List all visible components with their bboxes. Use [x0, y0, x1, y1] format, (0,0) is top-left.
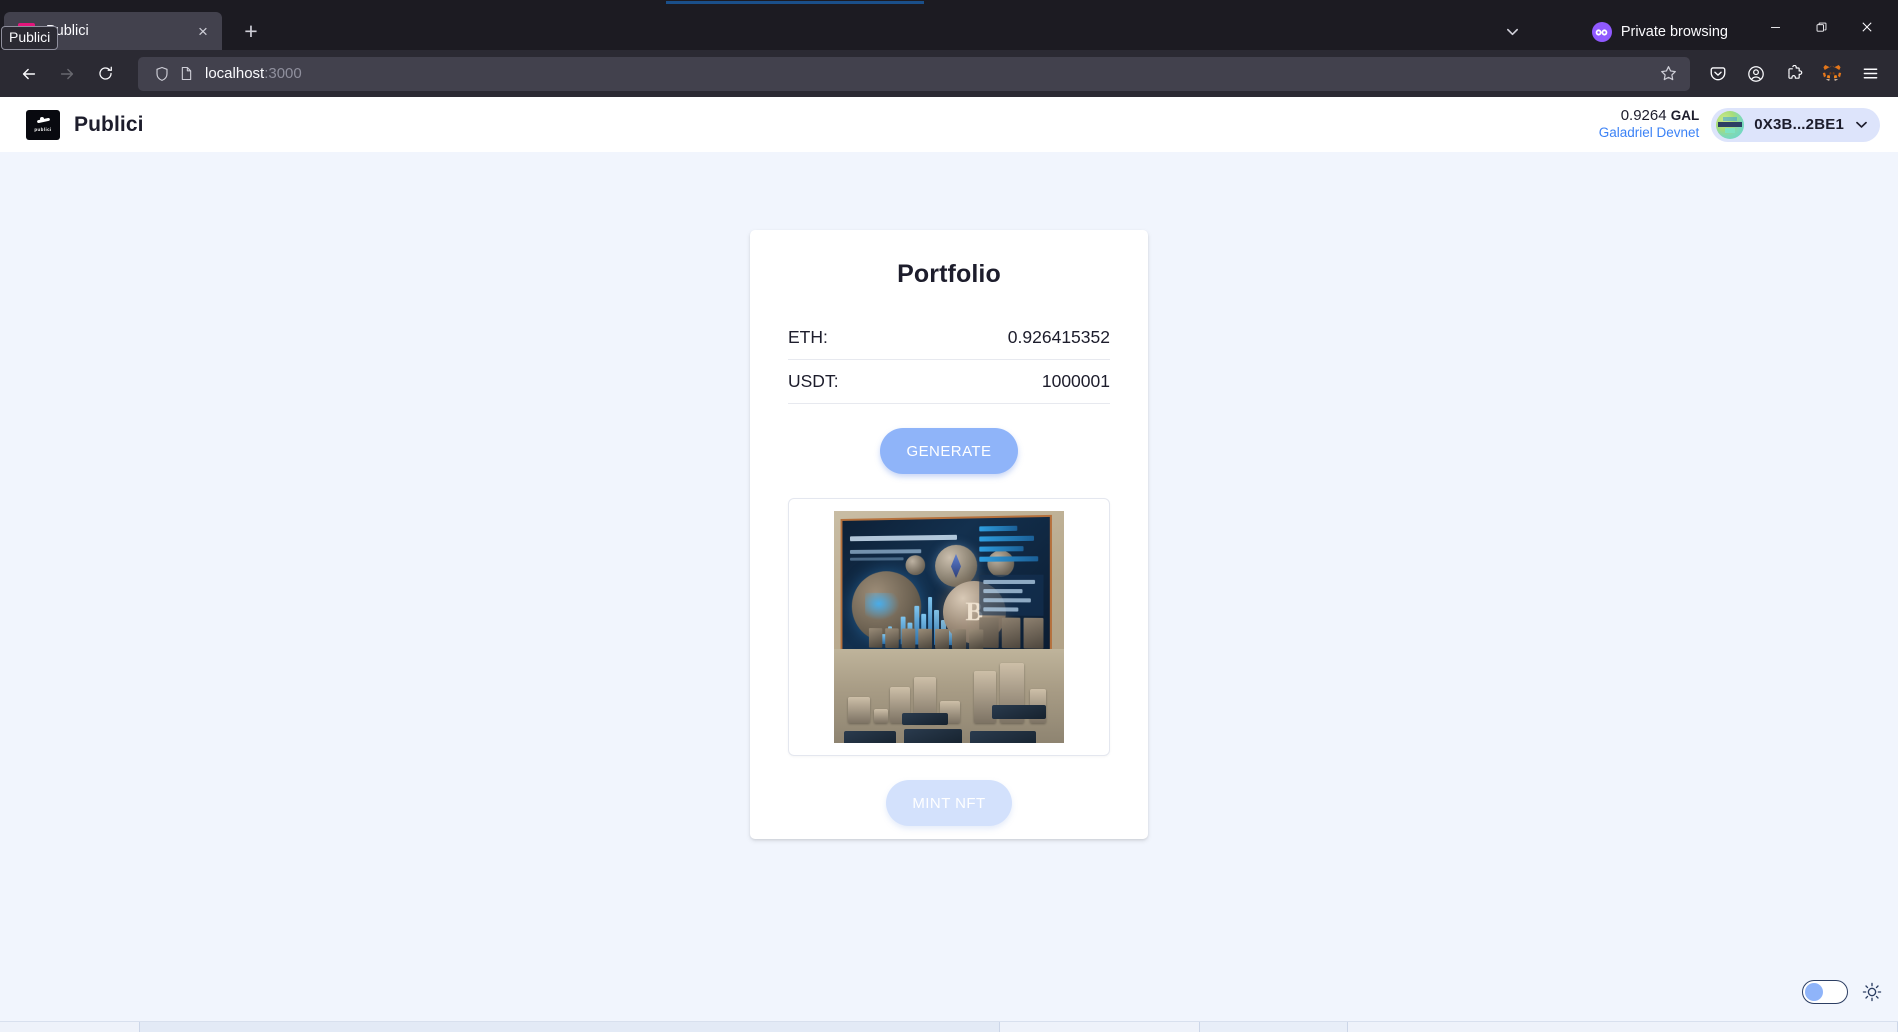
nft-thumbnail-row: [979, 617, 1044, 649]
nft-coin-plate: [902, 713, 948, 725]
card-container: Portfolio ETH: 0.926415352 USDT: 1000001…: [0, 152, 1898, 839]
wallet-balance-token: GAL: [1670, 107, 1700, 123]
close-window-button[interactable]: [1844, 10, 1890, 44]
nft-coin-plate: [970, 731, 1036, 743]
wallet-widget: 0.9264 GAL Galadriel Devnet 0X3B...2BE1: [1599, 107, 1880, 143]
back-button[interactable]: [10, 57, 48, 91]
nft-screen-caption-line: [849, 557, 904, 561]
avatar-shape-2: [1723, 116, 1738, 121]
taskbar-segment: [1200, 1022, 1348, 1032]
account-icon[interactable]: [1738, 57, 1774, 91]
wallet-balance-amount: 0.9264: [1620, 106, 1667, 124]
mint-nft-button[interactable]: MINT NFT: [886, 780, 1012, 826]
private-browsing-indicator: Private browsing: [1591, 22, 1728, 42]
wallet-address: 0X3B...2BE1: [1754, 116, 1844, 133]
table-row: ETH: 0.926415352: [788, 316, 1110, 360]
avatar: [1716, 110, 1745, 139]
metamask-extension-icon[interactable]: [1814, 57, 1850, 91]
portfolio-card: Portfolio ETH: 0.926415352 USDT: 1000001…: [750, 230, 1148, 839]
nft-image: [834, 511, 1064, 743]
nft-coin-plate: [904, 729, 962, 743]
nft-preview-frame: [788, 498, 1110, 756]
theme-toggle-group: [1802, 980, 1882, 1004]
theme-toggle-switch[interactable]: [1802, 980, 1848, 1004]
nft-data-panel-top: [979, 525, 1043, 571]
url-port: :3000: [264, 65, 302, 82]
os-taskbar-strip: [0, 1021, 1898, 1032]
brand[interactable]: publici Publici: [26, 109, 144, 140]
wallet-account-button[interactable]: 0X3B...2BE1: [1711, 107, 1880, 142]
brand-name: Publici: [74, 112, 144, 136]
save-to-pocket-icon[interactable]: [1700, 57, 1736, 91]
window-controls: [1752, 10, 1890, 44]
browser-window: Publici × + Private browsing Publici loc…: [0, 0, 1898, 1032]
wallet-balance: 0.9264 GAL: [1599, 107, 1700, 126]
toggle-knob: [1805, 983, 1823, 1001]
shield-icon[interactable]: [150, 66, 174, 82]
nft-image-screen: [840, 514, 1052, 656]
extension-puzzle-icon[interactable]: [1776, 57, 1812, 91]
restore-button[interactable]: [1798, 10, 1844, 44]
bookmark-star-icon[interactable]: [1654, 65, 1682, 82]
address-bar-url: localhost:3000: [205, 65, 1654, 82]
private-browsing-label: Private browsing: [1620, 24, 1728, 40]
generate-button[interactable]: GENERATE: [880, 428, 1018, 474]
tab-strip: Publici × + Private browsing Publici: [0, 5, 1898, 51]
sun-icon[interactable]: [1862, 982, 1882, 1002]
avatar-shape-1: [1718, 121, 1743, 127]
page-title: Portfolio: [897, 260, 1001, 288]
taskbar-segment: [140, 1022, 1000, 1032]
close-icon[interactable]: ×: [190, 18, 216, 44]
nft-coin-stack: [848, 697, 870, 723]
taskbar-segment: [0, 1022, 140, 1032]
nft-icon-strip: [868, 628, 984, 650]
row-label-eth: ETH:: [788, 327, 828, 347]
wallet-network[interactable]: Galadriel Devnet: [1599, 125, 1700, 142]
nft-data-panel-bottom: [979, 574, 1044, 616]
row-value-usdt: 1000001: [1041, 371, 1110, 391]
tab-title: Publici: [46, 23, 89, 39]
nft-small-coin-1: [905, 555, 926, 576]
logo-wordmark: publici: [34, 127, 52, 132]
private-browsing-mask-icon: [1591, 22, 1612, 42]
nft-coin-plate: [992, 705, 1046, 719]
logo-mark: [36, 117, 51, 126]
url-host: localhost: [205, 65, 265, 82]
taskbar-segment: [1000, 1022, 1200, 1032]
list-all-tabs-chevron-down-icon[interactable]: [1496, 15, 1530, 47]
application-menu-icon[interactable]: [1852, 57, 1888, 91]
new-tab-button[interactable]: +: [235, 15, 267, 47]
table-row: USDT: 1000001: [788, 360, 1110, 404]
tab-tooltip: Publici: [1, 26, 59, 51]
nft-coin-stack: [874, 709, 888, 723]
address-bar[interactable]: localhost:3000: [138, 56, 1690, 91]
reload-button[interactable]: [86, 57, 124, 91]
page-viewport: publici Publici 0.9264 GAL Galadriel Dev…: [0, 97, 1898, 1032]
avatar-shape-3: [1725, 127, 1736, 133]
forward-button: [48, 57, 86, 91]
navigation-toolbar: localhost:3000: [0, 50, 1898, 97]
nft-screen-subtitle-line: [849, 549, 922, 554]
nft-coin-stacks: [842, 657, 1056, 743]
nft-coin-plate: [844, 731, 896, 743]
page-info-icon[interactable]: [174, 66, 198, 81]
row-label-usdt: USDT:: [788, 371, 839, 391]
toolbar-extension-icons: [1700, 57, 1888, 91]
background-window-edge: [666, 1, 924, 4]
nft-screen-title-line: [849, 534, 958, 542]
taskbar-segment: [1348, 1022, 1898, 1032]
mint-button-row: MINT NFT: [788, 780, 1110, 826]
chevron-down-icon[interactable]: [1854, 117, 1869, 132]
generate-button-row: GENERATE: [788, 428, 1110, 474]
publici-logo-icon: publici: [26, 109, 60, 140]
minimize-button[interactable]: [1752, 10, 1798, 44]
wallet-balance-block: 0.9264 GAL Galadriel Devnet: [1599, 107, 1700, 143]
row-value-eth: 0.926415352: [1007, 327, 1110, 347]
app-header: publici Publici 0.9264 GAL Galadriel Dev…: [0, 97, 1898, 152]
